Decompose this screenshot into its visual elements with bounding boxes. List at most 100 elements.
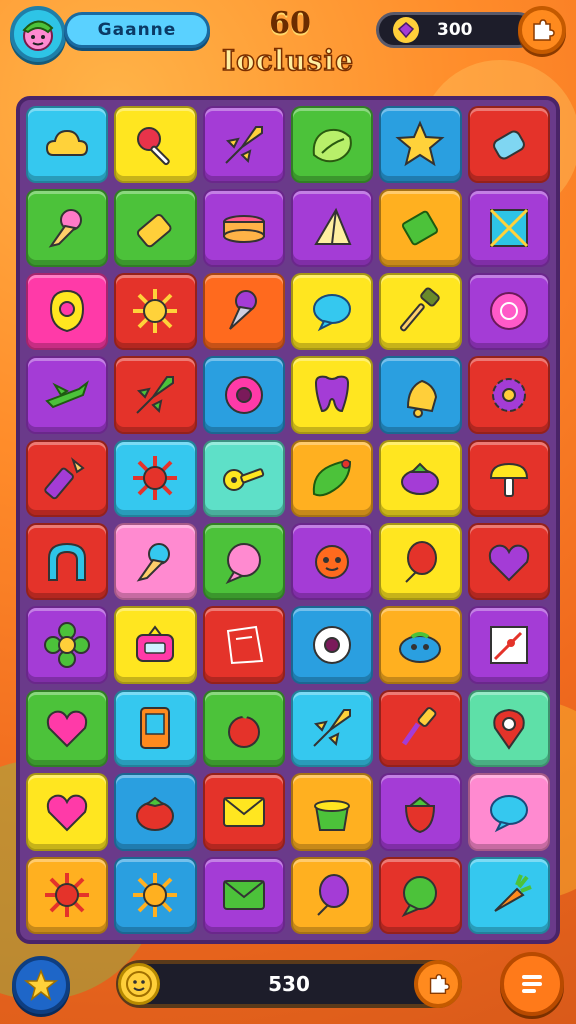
- board-tile[interactable]: [379, 606, 462, 684]
- board-tile[interactable]: [114, 272, 197, 351]
- game-board: [16, 96, 560, 944]
- boost-button[interactable]: [414, 960, 462, 1008]
- board-tile[interactable]: [202, 523, 285, 601]
- envelope-icon: [222, 796, 265, 827]
- mushroom-icon: [489, 463, 528, 498]
- bubble-icon: [313, 294, 352, 332]
- gem-icon: [402, 210, 439, 246]
- board-tile[interactable]: [467, 523, 550, 601]
- ring-icon: [50, 290, 85, 333]
- board-tile[interactable]: [291, 356, 374, 434]
- speech-icon: [402, 876, 438, 918]
- rocket-icon: [136, 375, 175, 414]
- speech-icon: [225, 542, 261, 584]
- board-tile[interactable]: [291, 189, 374, 267]
- balloon-icon: [317, 874, 350, 917]
- board-tile[interactable]: [379, 856, 462, 934]
- board-tile[interactable]: [26, 773, 109, 851]
- board-tile[interactable]: [114, 356, 197, 434]
- board-tile[interactable]: [202, 189, 285, 267]
- board-tile[interactable]: [114, 773, 197, 851]
- donut-icon: [224, 375, 263, 414]
- board-tile[interactable]: [202, 856, 285, 934]
- board-tile[interactable]: [379, 773, 462, 851]
- board-tile[interactable]: [467, 439, 550, 517]
- board-tile[interactable]: [202, 356, 285, 434]
- board-tile[interactable]: [26, 523, 109, 601]
- board-tile[interactable]: [26, 106, 109, 184]
- pot-icon: [314, 799, 351, 831]
- board-tile[interactable]: [114, 523, 197, 601]
- board-tile[interactable]: [114, 189, 197, 267]
- airplane-icon: [45, 380, 90, 409]
- settings-button[interactable]: [518, 6, 566, 54]
- board-tile[interactable]: [467, 106, 550, 184]
- character-face-icon: [22, 20, 54, 51]
- board-tile[interactable]: [202, 272, 285, 351]
- board-tile[interactable]: [467, 272, 550, 351]
- card-icon: [489, 626, 528, 665]
- level-number: 60: [269, 6, 311, 41]
- board-tile[interactable]: [467, 856, 550, 934]
- tomato-icon: [136, 796, 175, 831]
- star-button[interactable]: [12, 956, 70, 1014]
- puzzle-icon: [429, 974, 450, 994]
- board-tile[interactable]: [379, 356, 462, 434]
- board-tile[interactable]: [26, 606, 109, 684]
- board-tile[interactable]: [114, 606, 197, 684]
- board-tile[interactable]: [291, 439, 374, 517]
- board-tile[interactable]: [291, 272, 374, 351]
- gear-icon: [491, 377, 526, 412]
- candy-icon: [492, 130, 525, 160]
- radio-icon: [136, 625, 175, 663]
- board-tile[interactable]: [26, 439, 109, 517]
- board-tile[interactable]: [379, 523, 462, 601]
- donut-icon: [313, 626, 352, 665]
- board-tile[interactable]: [467, 356, 550, 434]
- board-tile[interactable]: [291, 773, 374, 851]
- board-tile[interactable]: [379, 439, 462, 517]
- board-tile[interactable]: [379, 689, 462, 768]
- board-tile[interactable]: [291, 689, 374, 768]
- board-tile[interactable]: [202, 439, 285, 517]
- board-tile[interactable]: [379, 189, 462, 267]
- board-tile[interactable]: [467, 689, 550, 768]
- board-tile[interactable]: [114, 689, 197, 768]
- eggplant-icon: [401, 462, 440, 496]
- board-tile[interactable]: [202, 606, 285, 684]
- board-tile[interactable]: [26, 272, 109, 351]
- heart-icon: [47, 794, 88, 832]
- board-tile[interactable]: [26, 189, 109, 267]
- coins-value: 300: [437, 20, 473, 40]
- board-tile[interactable]: [291, 523, 374, 601]
- board-tile[interactable]: [114, 106, 197, 184]
- board-tile[interactable]: [202, 773, 285, 851]
- brush-icon: [402, 707, 437, 746]
- cloud-icon: [46, 129, 89, 156]
- coins-counter: 300: [376, 12, 536, 48]
- board-tile[interactable]: [379, 106, 462, 184]
- board-tile[interactable]: [114, 439, 197, 517]
- board-tile[interactable]: [379, 272, 462, 351]
- leaf-icon: [312, 459, 352, 497]
- board-tile[interactable]: [114, 856, 197, 934]
- board-tile[interactable]: [291, 606, 374, 684]
- lettuce-icon: [312, 128, 353, 162]
- board-tile[interactable]: [26, 356, 109, 434]
- board-tile[interactable]: [291, 856, 374, 934]
- board-tile[interactable]: [202, 106, 285, 184]
- board-tile[interactable]: [291, 106, 374, 184]
- tooth-icon: [315, 375, 350, 412]
- flower-icon: [44, 622, 91, 669]
- board-tile[interactable]: [467, 189, 550, 267]
- menu-button[interactable]: [500, 952, 564, 1016]
- star-icon: [395, 120, 446, 166]
- board-tile[interactable]: [467, 606, 550, 684]
- board-tile[interactable]: [26, 689, 109, 768]
- player-avatar[interactable]: [10, 6, 66, 62]
- board-tile[interactable]: [26, 856, 109, 934]
- board-tile[interactable]: [467, 773, 550, 851]
- bag-icon: [226, 625, 264, 665]
- balloon-icon: [405, 540, 438, 583]
- board-tile[interactable]: [202, 689, 285, 768]
